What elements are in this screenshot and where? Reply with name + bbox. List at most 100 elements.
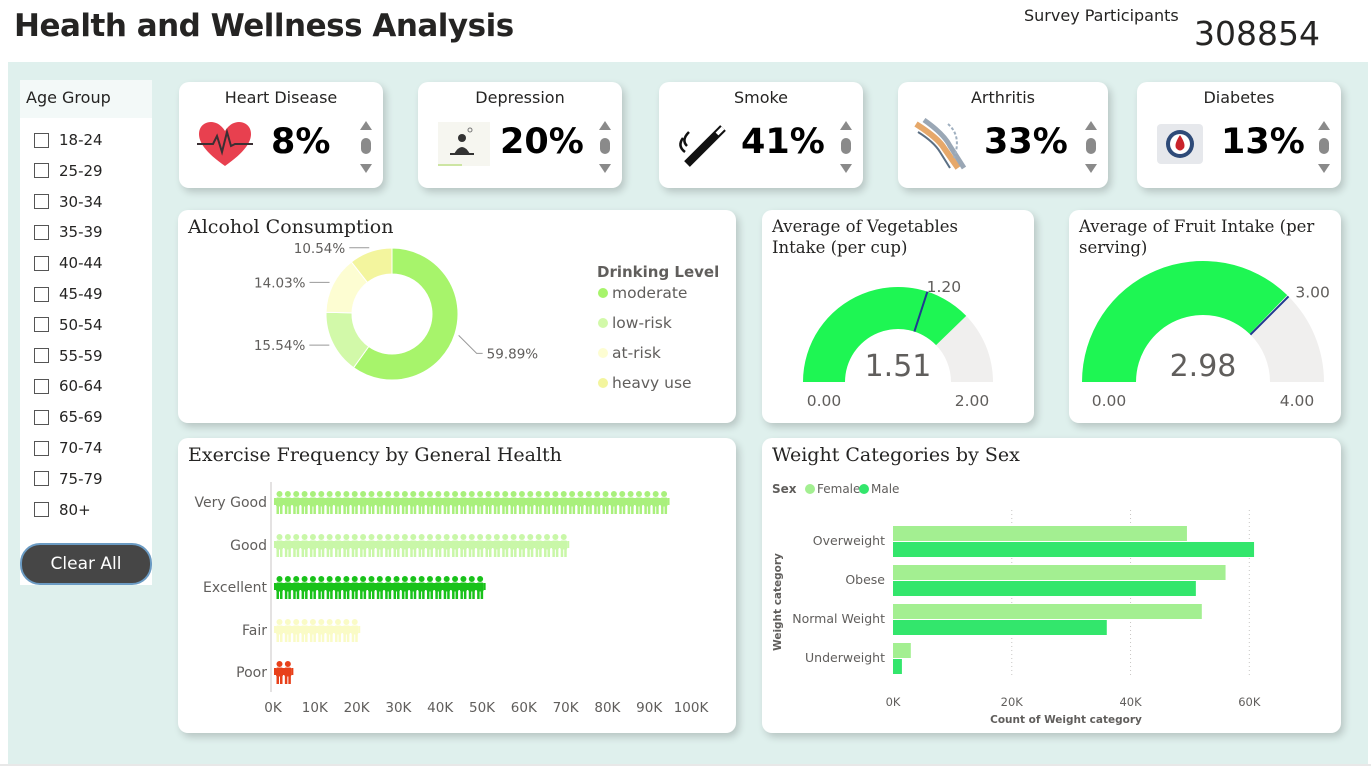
checkbox[interactable]	[34, 132, 49, 148]
checkbox[interactable]	[34, 317, 49, 333]
slicer-item-55-59[interactable]: 55-59	[34, 344, 144, 368]
kpi-title: Smoke	[733, 88, 789, 107]
checkbox[interactable]	[34, 224, 49, 240]
legend-marker	[598, 288, 608, 298]
legend-item: heavy use	[612, 374, 692, 392]
slicer-item-label: 75-79	[59, 469, 103, 488]
x-tick-label: 40K	[427, 700, 454, 716]
category-label: Underweight	[805, 650, 885, 665]
bar-male-obese	[893, 581, 1196, 596]
checkbox[interactable]	[34, 163, 49, 179]
scroll-arrows-icon[interactable]	[598, 120, 612, 174]
gauge-target-label: 1.20	[927, 278, 962, 296]
slicer-item-30-34[interactable]: 30-34	[34, 190, 144, 214]
participants-label: Survey Participants	[1024, 6, 1179, 25]
slicer-item-label: 30-34	[59, 192, 103, 211]
cigarette-icon	[679, 125, 726, 167]
slicer-item-35-39[interactable]: 35-39	[34, 220, 144, 244]
checkbox[interactable]	[34, 255, 49, 271]
slicer-item-45-49[interactable]: 45-49	[34, 282, 144, 306]
kpi-value: 33%	[984, 122, 1068, 162]
category-label: Normal Weight	[792, 611, 885, 626]
x-tick-label: 60K	[1238, 695, 1261, 709]
checkbox[interactable]	[34, 471, 49, 487]
gauge-min-label: 0.00	[1092, 392, 1127, 410]
category-label: Good	[230, 538, 267, 554]
x-tick-label: 30K	[385, 700, 412, 716]
slicer-item-80+[interactable]: 80+	[34, 498, 144, 522]
gauge-value: 1.51	[865, 349, 932, 384]
x-tick-label: 90K	[636, 700, 663, 716]
category-label: Very Good	[195, 495, 267, 511]
vegetables-gauge: 1.20 1.51 0.00 2.00	[803, 278, 993, 410]
slicer-item-label: 25-29	[59, 161, 103, 180]
x-tick-label: 100K	[674, 700, 710, 716]
leader-line	[458, 335, 483, 354]
gauge-value: 2.98	[1170, 349, 1237, 384]
kpi-value: 41%	[741, 122, 825, 162]
slicer-item-label: 60-64	[59, 377, 103, 396]
kpi-title: Arthritis	[970, 88, 1035, 107]
slicer-item-65-69[interactable]: 65-69	[34, 405, 144, 429]
kpi-card-depression: Depression 20%	[418, 82, 622, 188]
person-mark	[282, 661, 294, 684]
knee-joint-icon	[914, 118, 967, 170]
x-tick-label: 50K	[469, 700, 496, 716]
scroll-arrows-icon[interactable]	[1317, 120, 1331, 174]
kpi-title: Diabetes	[1203, 88, 1275, 107]
gauge-min-label: 0.00	[807, 392, 842, 410]
kpi-title: Heart Disease	[224, 88, 338, 107]
fruit-gauge: 3.00 2.98 0.00 4.00	[1082, 261, 1330, 410]
data-label: 14.03%	[254, 275, 306, 291]
x-tick-label: 80K	[594, 700, 621, 716]
slicer-item-70-74[interactable]: 70-74	[34, 436, 144, 460]
kpi-card-smoke: Smoke 41%	[659, 82, 863, 188]
gauge-max-label: 2.00	[955, 392, 990, 410]
slicer-item-label: 80+	[59, 500, 91, 519]
slicer-item-60-64[interactable]: 60-64	[34, 374, 144, 398]
kpi-card-heart-disease: Heart Disease 8%	[179, 82, 383, 188]
checkbox[interactable]	[34, 378, 49, 394]
gauge-max-label: 4.00	[1280, 392, 1315, 410]
category-label: Poor	[236, 665, 267, 681]
slicer-item-40-44[interactable]: 40-44	[34, 251, 144, 275]
kpi-card-diabetes: Diabetes 13%	[1137, 82, 1341, 188]
slicer-item-25-29[interactable]: 25-29	[34, 159, 144, 183]
checkbox[interactable]	[34, 502, 49, 518]
alcohol-donut-chart: 59.89% 15.54% 14.03% 10.54% Drinking Level mo…	[254, 241, 719, 392]
slicer-item-label: 40-44	[59, 254, 103, 273]
legend-title: Sex	[772, 482, 797, 496]
weight-categories-card: Weight Categories by Sex Sex Female Male 0K…	[762, 438, 1341, 733]
data-label: 10.54%	[294, 241, 346, 257]
exercise-frequency-card: Exercise Frequency by General Health Ver…	[178, 438, 736, 733]
checkbox[interactable]	[34, 348, 49, 364]
x-tick-label: 20K	[344, 700, 371, 716]
x-tick-label: 60K	[511, 700, 538, 716]
category-label: Overweight	[813, 533, 885, 548]
x-tick-label: 0K	[264, 700, 283, 716]
slicer-item-label: 50-54	[59, 315, 103, 334]
legend-marker	[859, 484, 869, 494]
category-label: Fair	[242, 623, 267, 639]
clear-all-button[interactable]: Clear All	[20, 543, 152, 585]
slicer-title: Age Group	[26, 88, 111, 107]
x-tick-label: 40K	[1119, 695, 1142, 709]
slicer-item-18-24[interactable]: 18-24	[34, 128, 144, 152]
age-group-slicer[interactable]: Age Group 18-24 25-29 30-34 35-39 40-44 45-49…	[20, 80, 152, 585]
checkbox[interactable]	[34, 440, 49, 456]
checkbox[interactable]	[34, 194, 49, 210]
category-label: Obese	[845, 572, 885, 587]
x-tick-label: 20K	[1001, 695, 1024, 709]
x-axis-title: Count of Weight category	[990, 714, 1142, 726]
checkbox[interactable]	[34, 286, 49, 302]
scroll-arrows-icon[interactable]	[1084, 120, 1098, 174]
kpi-value: 20%	[500, 122, 584, 162]
scroll-arrows-icon[interactable]	[839, 120, 853, 174]
bar-male-underweight	[893, 659, 902, 674]
slicer-item-50-54[interactable]: 50-54	[34, 313, 144, 337]
blood-drop-icon	[1157, 124, 1203, 164]
slicer-item-75-79[interactable]: 75-79	[34, 467, 144, 491]
checkbox[interactable]	[34, 409, 49, 425]
scroll-arrows-icon[interactable]	[359, 120, 373, 174]
slicer-item-label: 65-69	[59, 408, 103, 427]
